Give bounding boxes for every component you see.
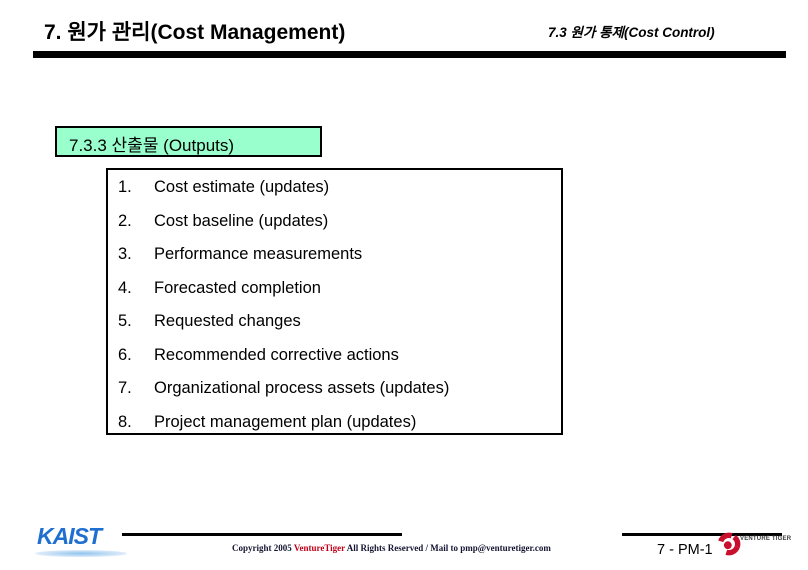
copyright-brand: VentureTiger [293,543,346,553]
list-item-number: 2. [118,211,132,230]
list-item: 1. Cost estimate (updates) [108,178,561,212]
slide-header: 7. 원가 관리(Cost Management) 7.3 원가 통제(Cost… [0,0,808,60]
list-item-number: 1. [118,178,132,196]
copyright-email[interactable]: pmp@venturetiger.com [460,543,551,553]
kaist-logo-wordmark: KAIST [37,523,102,549]
list-item-label: Cost baseline (updates) [154,211,329,230]
page-title: 7. 원가 관리(Cost Management) [44,21,346,44]
list-item-number: 3. [118,245,132,263]
list-item-number: 8. [118,412,132,431]
copyright-middle: All Rights Reserved / Mail to [345,543,461,553]
list-item: 4. Forecasted completion [108,279,561,313]
list-item-label: Performance measurements [154,245,363,263]
page-number: 7 - PM-1 [657,542,713,558]
kaist-logo-shadow [35,550,127,557]
list-item-number: 5. [118,312,132,330]
list-item: 6. Recommended corrective actions [108,346,561,380]
list-item: 2. Cost baseline (updates) [108,212,561,246]
section-heading-box: 7.3.3 산출물 (Outputs) [55,126,322,157]
kaist-logo: KAIST [35,523,127,557]
list-item: 3. Performance measurements [108,245,561,279]
outputs-list-box: 1. Cost estimate (updates) 2. Cost basel… [106,168,563,435]
slide-footer: KAIST Copyright 2005 VentureTiger All Ri… [0,505,808,570]
list-item-label: Project management plan (updates) [154,412,417,431]
list-item-label: Recommended corrective actions [154,345,399,364]
venturetiger-swirl-icon [718,532,741,556]
list-item: 8. Project management plan (updates) [108,413,561,447]
list-item-number: 6. [118,345,132,364]
list-item-label: Cost estimate (updates) [154,178,330,196]
list-item-label: Requested changes [154,312,301,330]
header-section-label: 7.3 원가 통제(Cost Control) [548,25,715,40]
list-item: 5. Requested changes [108,312,561,346]
header-divider [33,51,786,58]
venturetiger-wordmark: VENTURE TIGER [740,536,792,542]
list-item-number: 7. [118,379,132,397]
copyright-notice: Copyright 2005 VentureTiger All Rights R… [232,543,551,553]
footer-divider-left [122,533,402,536]
list-item-label: Organizational process assets (updates) [154,379,450,397]
outputs-list: 1. Cost estimate (updates) 2. Cost basel… [108,178,561,446]
section-heading-label: 7.3.3 산출물 (Outputs) [69,136,235,155]
copyright-prefix: Copyright 2005 [232,543,294,553]
list-item-label: Forecasted completion [154,278,321,297]
list-item-number: 4. [118,278,132,297]
list-item: 7. Organizational process assets (update… [108,379,561,413]
venturetiger-logo: VENTURE TIGER [714,529,791,559]
